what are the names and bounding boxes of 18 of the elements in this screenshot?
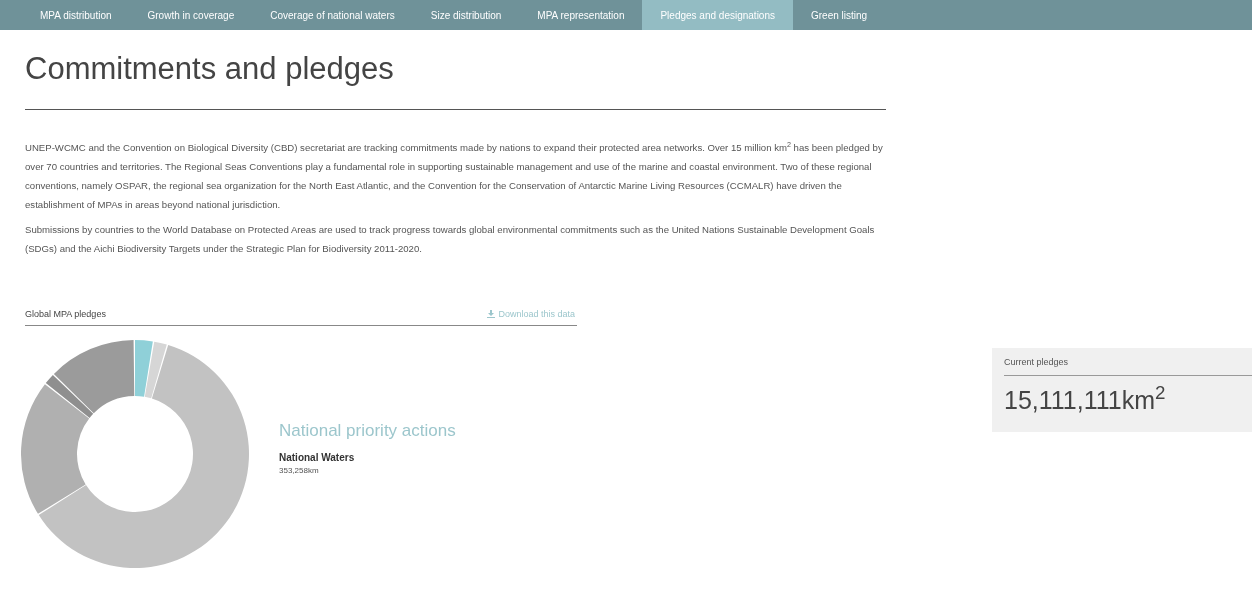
download-link[interactable]: Download this data xyxy=(487,307,575,321)
item-value: 353,258km xyxy=(279,464,320,477)
nav-tab[interactable]: Growth in coverage xyxy=(129,0,253,30)
chart-title: Global MPA pledges xyxy=(25,307,106,321)
nav-tab[interactable]: MPA distribution xyxy=(22,0,130,30)
body-paragraph: Submissions by countries to the World Database on Protected Areas are used to track progress towards global environmental commitments such as the United Nations Sustainable Development Goals (SDGs) and the Aichi Biodiversity Targets under the Strategic Plan for Biodiversity 2011-2020. xyxy=(25,222,876,256)
category-title: National priority actions xyxy=(279,420,456,442)
download-icon xyxy=(487,310,496,319)
body-paragraph: UNEP-WCMC and the Convention on Biological Diversity (CBD) secretariat are tracking commitments made by nations to expand their protected area networks. Over 15 million km$^{2}$ has been pledged by over 70 countries and territories. The Regional Seas Conventions play a fundamental role in supporting sustainable management and use of the marine and coastal environment. Two of these regional conventions, namely OSPAR, the regional sea organization for the North East Atlantic, and the Convention for the Conservation of Antarctic Marine Living Resources (CCMALR) have driven the establishment of MPAs in areas beyond national jurisdiction. xyxy=(25,138,884,212)
nav-tab[interactable]: Pledges and designations xyxy=(642,0,793,30)
nav-tab[interactable]: Size distribution xyxy=(412,0,520,30)
pledge-value: 15,111,111km$^{2}$ xyxy=(1004,381,1167,416)
page-title: Commitments and pledges xyxy=(25,46,886,110)
nav-tab[interactable]: MPA representation xyxy=(519,0,643,30)
card-label: Current pledges xyxy=(1004,356,1252,376)
nav-tab[interactable]: Green listing xyxy=(793,0,886,30)
item-name: National Waters xyxy=(279,450,356,465)
nav-tab[interactable]: Coverage of national waters xyxy=(252,0,413,30)
